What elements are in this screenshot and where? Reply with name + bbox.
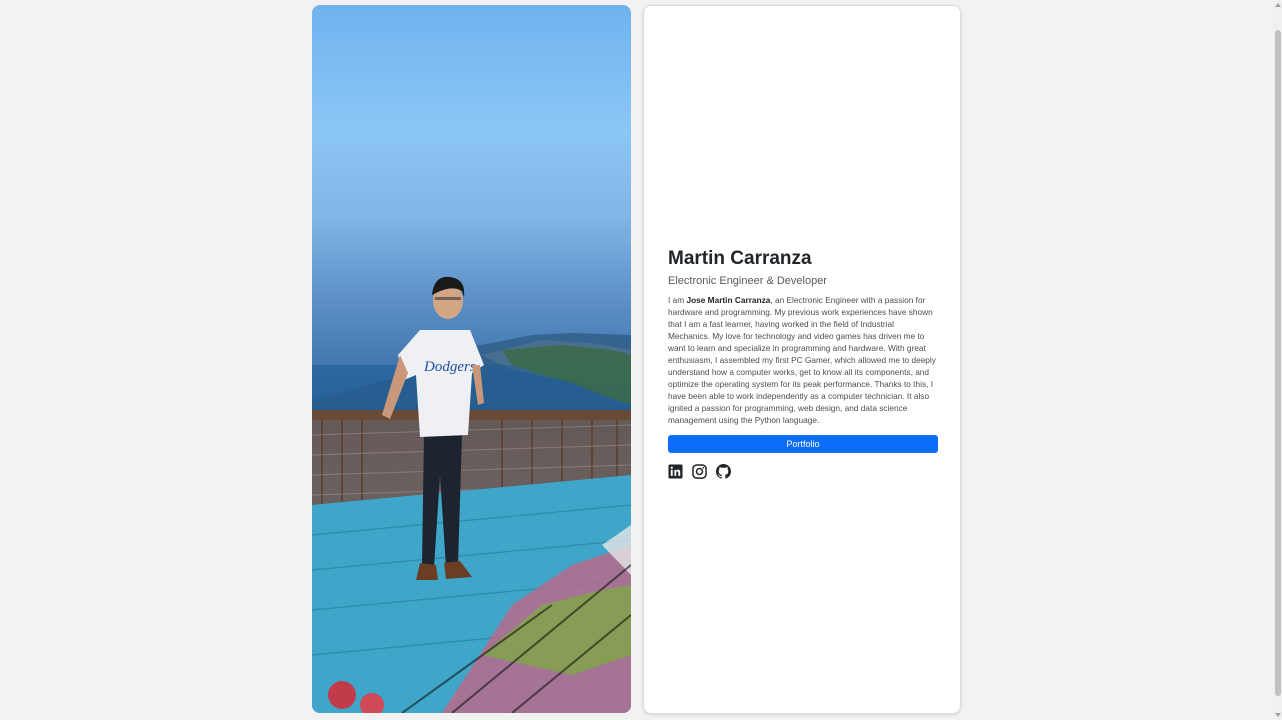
svg-text:Dodgers: Dodgers (423, 359, 476, 375)
linkedin-icon[interactable] (668, 464, 683, 479)
portfolio-button[interactable]: Portfolio (668, 435, 938, 453)
bio-text: , an Electronic Engineer with a passion … (668, 295, 936, 425)
page-scrollbar[interactable] (1274, 0, 1282, 720)
scroll-up-arrow-icon[interactable] (1275, 3, 1281, 7)
profile-photo: Dodgers (312, 5, 631, 713)
github-icon[interactable] (716, 464, 731, 479)
bio-prefix: I am (668, 295, 687, 305)
profile-card: Martin Carranza Electronic Engineer & De… (643, 5, 961, 714)
bio-name: Jose Martin Carranza (686, 295, 771, 305)
social-links (668, 464, 938, 479)
profile-name: Martin Carranza (668, 248, 812, 269)
scroll-down-arrow-icon[interactable] (1275, 713, 1281, 717)
scrollbar-thumb[interactable] (1275, 30, 1281, 696)
instagram-icon[interactable] (692, 464, 707, 479)
profile-bio: I am Jose Martin Carranza, an Electronic… (668, 294, 938, 426)
profile-info: Martin Carranza Electronic Engineer & De… (668, 248, 938, 479)
profile-role: Electronic Engineer & Developer (668, 275, 827, 287)
